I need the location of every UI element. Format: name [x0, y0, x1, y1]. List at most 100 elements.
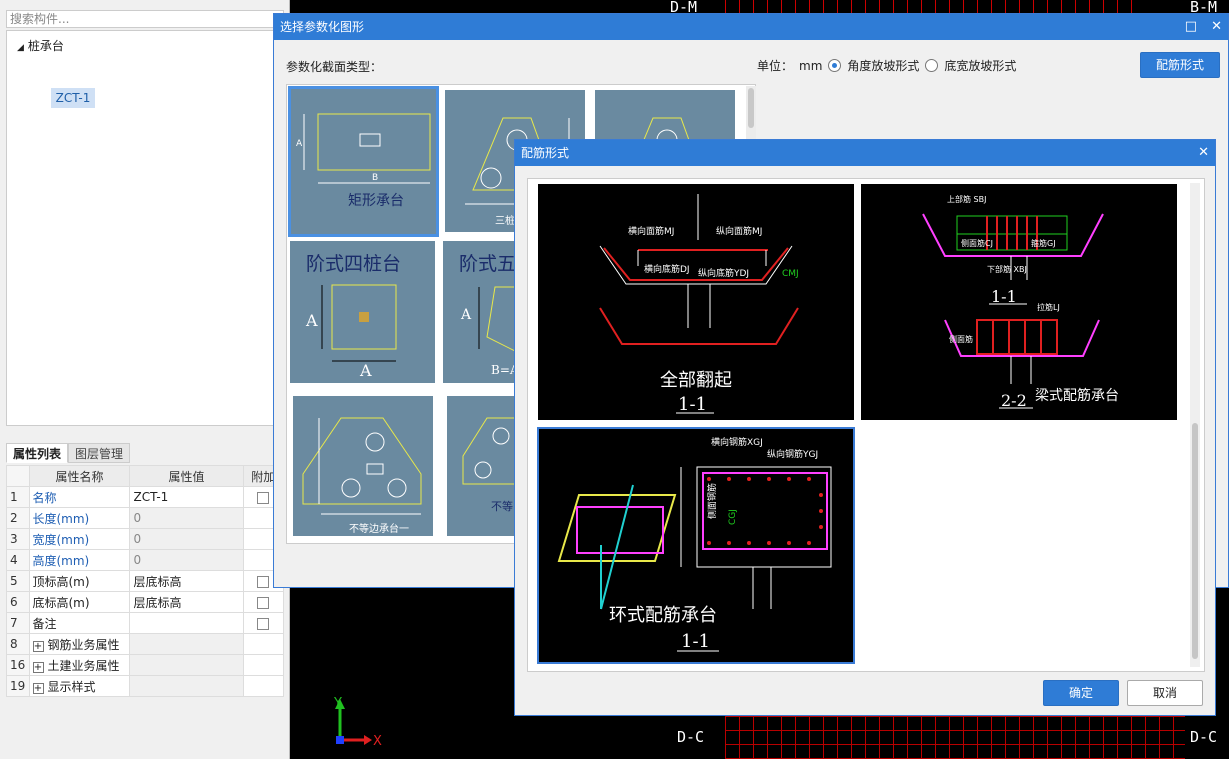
rebar-label: 纵向底筋YDJ — [698, 267, 749, 279]
section-label: 1-1 — [991, 287, 1017, 306]
property-name: + 显示样式 — [28, 675, 131, 697]
property-value[interactable] — [129, 612, 244, 634]
rebar-form-dialog: 配筋形式 ✕ 横向面筋MJ 纵向面筋MJ 横向底筋DJ 纵向底筋YDJ CMJ … — [514, 139, 1216, 716]
property-name-text: 钢筋业务属性 — [47, 637, 120, 652]
attach-checkbox[interactable] — [257, 491, 270, 504]
rebar-label: 侧面筋 — [949, 334, 973, 344]
attach-checkbox[interactable] — [257, 617, 270, 630]
property-name-text: 高度(mm) — [32, 553, 90, 568]
ucs-axis-icon: Y X — [333, 696, 382, 749]
section-label: 2-2 — [1001, 391, 1027, 410]
property-value[interactable]: 层底标高 — [129, 591, 244, 613]
property-row[interactable]: 4 高度(mm) 0 — [6, 549, 285, 571]
property-value[interactable]: 0 — [129, 549, 244, 571]
dim-a-label: A — [306, 311, 318, 330]
shape-tile-step-four[interactable]: 阶式四桩台 A A — [290, 241, 435, 383]
property-row[interactable]: 7 备注 — [6, 612, 285, 634]
property-name-text: 顶标高(m) — [32, 574, 90, 589]
section-label: 1-1 — [678, 394, 707, 415]
expand-plus-icon[interactable]: + — [32, 640, 44, 652]
tile-label: 矩形承台 — [348, 193, 404, 209]
tile-label: 阶式四桩台 — [306, 253, 402, 275]
rebar-option-beam[interactable]: 上部筋 SBJ 侧面筋CJ 箍筋GJ 下部筋 XBJ 拉筋LJ 侧面筋 1-1 … — [861, 184, 1177, 420]
property-name: 备注 — [28, 612, 131, 634]
property-row[interactable]: 5 顶标高(m) 层底标高 — [6, 570, 285, 592]
row-number: 1 — [6, 486, 30, 508]
property-row[interactable]: 8 + 钢筋业务属性 — [6, 633, 285, 655]
property-row[interactable]: 16 + 土建业务属性 — [6, 654, 285, 676]
tab-layer-management[interactable]: 图层管理 — [68, 443, 131, 463]
close-icon[interactable]: ✕ — [1198, 140, 1209, 166]
rebar-option-ring[interactable]: 横向钢筋XGJ 纵向钢筋YGJ 侧面钢筋 CGJ 环式配筋承台 1-1 — [537, 427, 855, 664]
rebar-label: 侧面筋CJ — [961, 238, 993, 248]
rebar-label: 横向底筋DJ — [644, 263, 690, 275]
shape-tile-rect[interactable]: B A 矩形承台 — [288, 86, 439, 237]
expand-plus-icon[interactable]: + — [32, 661, 44, 673]
cad-axis-label: D-C — [1190, 728, 1218, 746]
component-toolbar — [0, 0, 289, 8]
attach-checkbox[interactable] — [257, 575, 270, 588]
property-row[interactable]: 19 + 显示样式 — [6, 675, 285, 697]
property-value[interactable] — [129, 675, 244, 697]
maximize-icon[interactable]: □ — [1185, 14, 1197, 40]
angle-slope-label[interactable]: 角度放坡形式 — [847, 57, 919, 74]
property-value[interactable]: 0 — [129, 528, 244, 550]
tab-property-list[interactable]: 属性列表 — [6, 443, 69, 463]
dim-a-label: A — [461, 307, 472, 323]
property-row[interactable]: 1 名称 ZCT-1 — [6, 486, 285, 508]
rebar-option-all-raised[interactable]: 横向面筋MJ 纵向面筋MJ 横向底筋DJ 纵向底筋YDJ CMJ 全部翻起 1-… — [538, 184, 854, 420]
property-name: 宽度(mm) — [28, 528, 131, 550]
unit-options: 单位： mm 角度放坡形式 底宽放坡形式 — [757, 57, 1016, 74]
rect-shape-drawing: B A — [296, 113, 431, 184]
component-tree: ◢ 桩承台 ZCT-1 — [6, 30, 276, 426]
property-extra — [242, 654, 285, 676]
property-value[interactable]: 层底标高 — [129, 570, 244, 592]
property-name: 长度(mm) — [28, 507, 131, 529]
ring-rebar-drawing: 横向钢筋XGJ 纵向钢筋YGJ 侧面钢筋 CGJ 环式配筋承台 1-1 — [557, 436, 832, 652]
property-table: 属性名称 属性值 附加 1 名称 ZCT-1 2 长度(mm) 0 3 宽度(mm) 0 4 高度(… — [6, 465, 285, 697]
rebar-label: 上部筋 SBJ — [947, 194, 986, 204]
property-row[interactable]: 3 宽度(mm) 0 — [6, 528, 285, 550]
rebar-gallery-scrollbar[interactable] — [1190, 183, 1200, 667]
shape-tile-unequal-one[interactable]: 不等边承台一 — [293, 396, 433, 536]
search-input[interactable]: 搜索构件... — [6, 10, 284, 28]
property-value[interactable] — [129, 654, 244, 676]
property-row[interactable]: 6 底标高(m) 层底标高 — [6, 591, 285, 613]
attach-checkbox[interactable] — [257, 596, 270, 609]
tree-node-zct1[interactable]: ZCT-1 — [51, 88, 95, 108]
width-slope-label[interactable]: 底宽放坡形式 — [944, 57, 1016, 74]
cancel-button[interactable]: 取消 — [1127, 680, 1203, 706]
dialog-titlebar: 选择参数化图形 □ ✕ — [274, 14, 1228, 40]
property-extra — [242, 591, 285, 613]
section-type-label: 参数化截面类型： — [286, 60, 383, 74]
gallery-scroll-thumb[interactable] — [748, 88, 754, 128]
property-name: 底标高(m) — [28, 591, 131, 613]
property-value[interactable]: ZCT-1 — [129, 486, 244, 508]
angle-slope-radio[interactable] — [828, 59, 842, 72]
close-icon[interactable]: ✕ — [1211, 14, 1222, 40]
rebar-label: 横向钢筋XGJ — [711, 436, 763, 448]
rebar-form-button[interactable]: 配筋形式 — [1140, 52, 1220, 78]
row-number: 6 — [6, 591, 30, 613]
ok-button[interactable]: 确定 — [1043, 680, 1119, 706]
rebar-scroll-thumb[interactable] — [1192, 423, 1198, 659]
unequal-one-drawing — [302, 417, 422, 515]
rebar-caption: 环式配筋承台 — [609, 605, 717, 626]
width-slope-radio[interactable] — [925, 59, 939, 72]
column-header: 属性值 — [129, 465, 244, 487]
rebar-label: CMJ — [782, 269, 799, 279]
rebar-label: 拉筋LJ — [1037, 302, 1060, 312]
beam-rebar-drawing: 上部筋 SBJ 侧面筋CJ 箍筋GJ 下部筋 XBJ 拉筋LJ 侧面筋 1-1 … — [922, 194, 1119, 410]
tile-label: 不等边承台一 — [349, 524, 409, 535]
collapse-arrow-icon[interactable]: ◢ — [17, 43, 24, 53]
property-row[interactable]: 2 长度(mm) 0 — [6, 507, 285, 529]
expand-plus-icon[interactable]: + — [32, 682, 44, 694]
property-value[interactable] — [129, 633, 244, 655]
rebar-form-gallery: 横向面筋MJ 纵向面筋MJ 横向底筋DJ 纵向底筋YDJ CMJ 全部翻起 1-… — [527, 178, 1205, 672]
row-number: 4 — [6, 549, 30, 571]
section-label: 1-1 — [681, 631, 710, 652]
tree-node-root[interactable]: ◢ 桩承台 — [17, 37, 64, 54]
tile-label: 阶式五 — [459, 253, 517, 275]
property-value[interactable]: 0 — [129, 507, 244, 529]
dialog-title: 配筋形式 — [521, 146, 570, 160]
